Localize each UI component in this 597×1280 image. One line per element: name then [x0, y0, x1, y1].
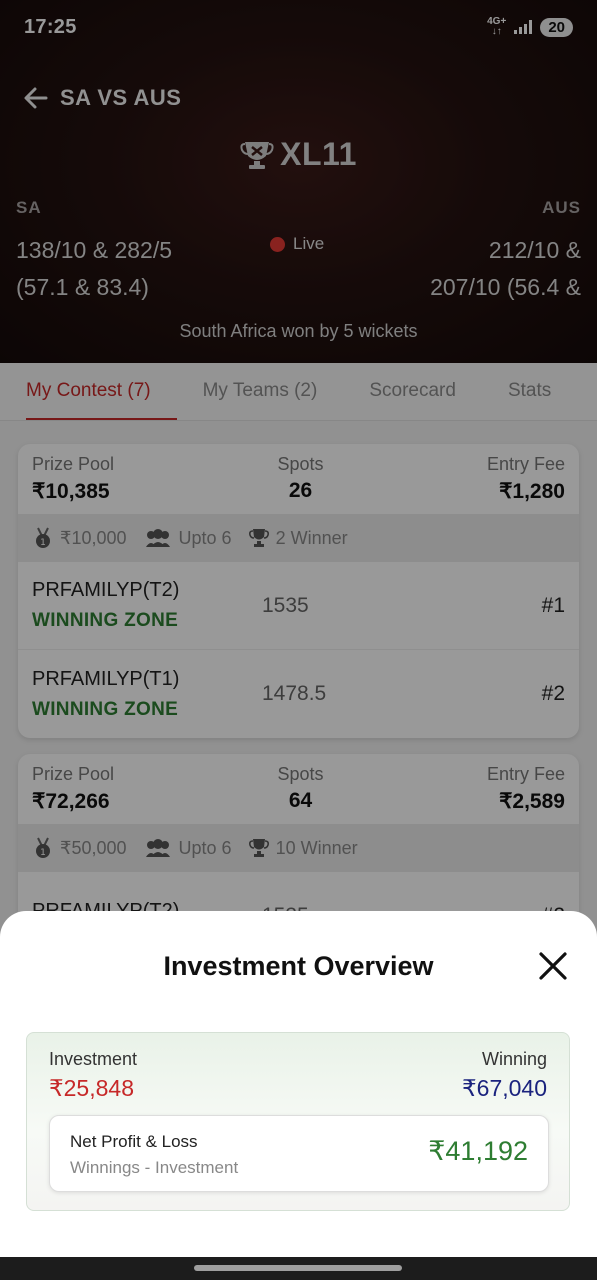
- overview-card: Investment ₹25,848 Winning ₹67,040 Net P…: [26, 1032, 570, 1211]
- gesture-bar: [0, 1257, 597, 1280]
- net-profit-box: Net Profit & Loss Winnings - Investment …: [49, 1115, 549, 1192]
- winning-value: ₹67,040: [462, 1075, 547, 1101]
- close-icon[interactable]: [537, 950, 569, 982]
- home-indicator[interactable]: [194, 1265, 402, 1271]
- net-profit-value: ₹41,192: [428, 1136, 528, 1166]
- investment-label: Investment: [49, 1049, 138, 1069]
- investment-overview-sheet: Investment Overview Investment ₹25,848 W…: [0, 911, 597, 1280]
- winning-label: Winning: [481, 1049, 547, 1069]
- net-profit-label: Net Profit & Loss: [70, 1132, 198, 1151]
- sheet-title: Investment Overview: [163, 951, 434, 981]
- net-profit-formula: Winnings - Investment: [70, 1158, 239, 1177]
- investment-value: ₹25,848: [49, 1075, 134, 1101]
